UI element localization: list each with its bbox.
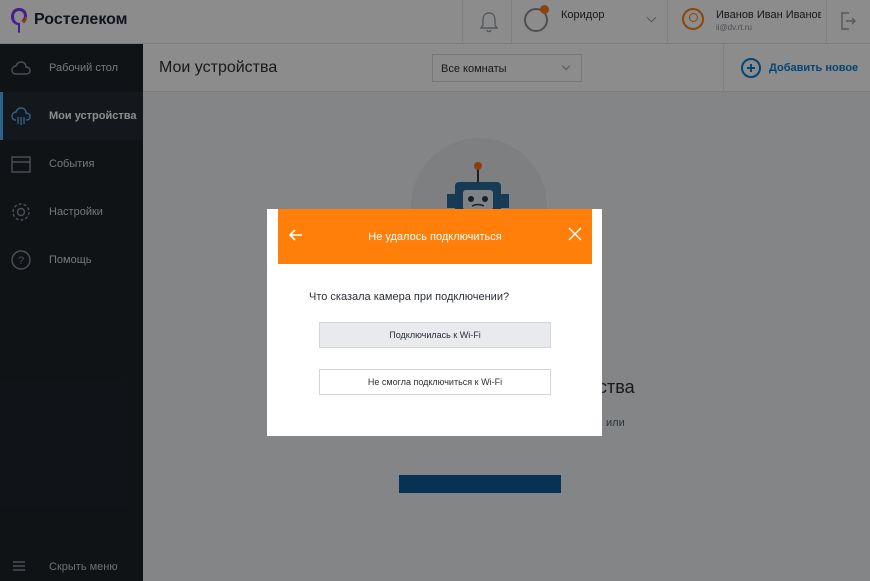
close-icon[interactable] — [568, 227, 582, 241]
modal-title: Не удалось подключиться — [368, 231, 502, 243]
connection-failed-modal: Не удалось подключиться Что сказала каме… — [267, 209, 602, 436]
modal-question: Что сказала камера при подключении? — [309, 291, 510, 303]
option-failed-to-connect-wifi[interactable]: Не смогла подключиться к Wi-Fi — [319, 369, 551, 395]
option-connected-to-wifi[interactable]: Подключилась к Wi-Fi — [319, 322, 551, 348]
modal-header: Не удалось подключиться — [278, 209, 592, 264]
